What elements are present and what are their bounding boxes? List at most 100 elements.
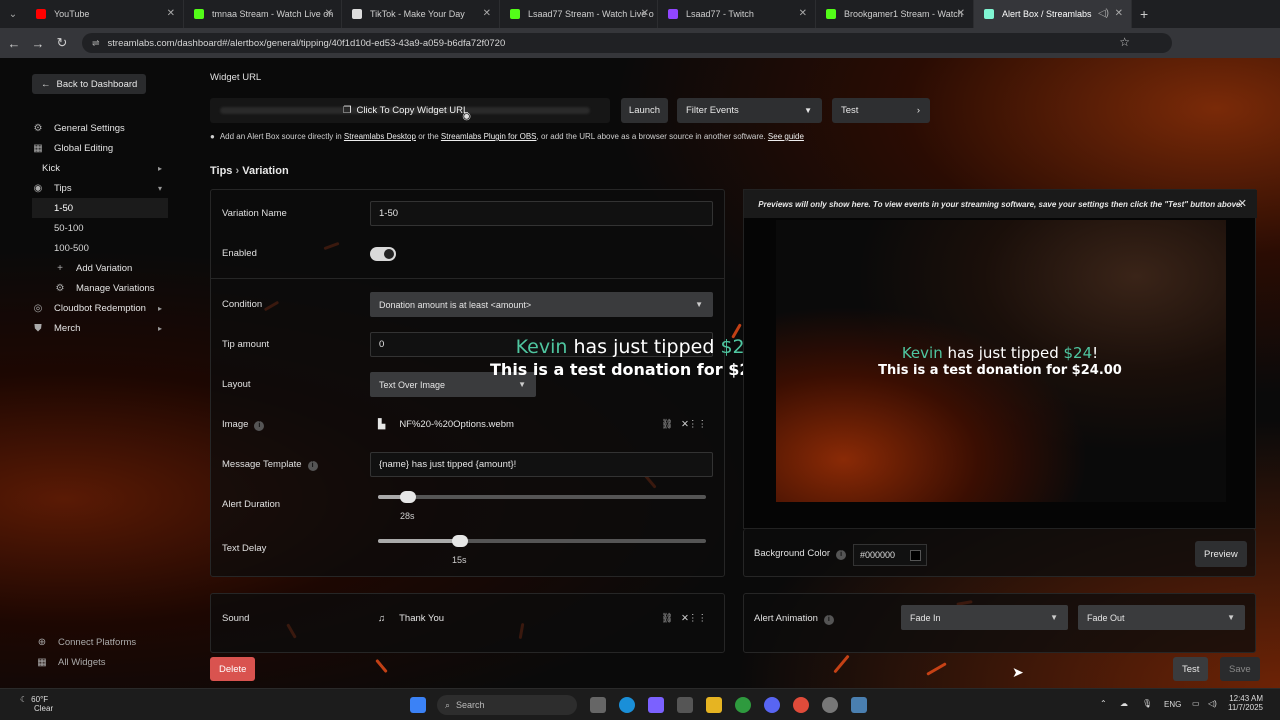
- background-color-input[interactable]: #000000: [853, 544, 927, 566]
- image-file-field[interactable]: ▙ NF%20-%20Options.webm ⛓ ✕ ⋮⋮: [370, 412, 713, 437]
- launch-button[interactable]: Launch: [621, 98, 668, 123]
- close-icon[interactable]: ✕: [957, 8, 965, 19]
- search-icon: ⌕: [445, 699, 451, 710]
- grid-icon[interactable]: ⋮⋮: [688, 419, 707, 430]
- sidebar-variation-50-100[interactable]: 50-100: [32, 218, 168, 238]
- browser-tab[interactable]: Lsaad77 - Twitch ✕: [658, 0, 816, 28]
- close-icon[interactable]: ✕: [167, 8, 175, 19]
- close-icon[interactable]: ✕: [1238, 197, 1247, 210]
- close-icon[interactable]: ✕: [641, 8, 649, 19]
- close-icon[interactable]: ✕: [483, 8, 491, 19]
- bookmark-star-icon[interactable]: ☆: [1119, 35, 1130, 49]
- connect-platforms-link[interactable]: ⊕ Connect Platforms: [36, 632, 176, 652]
- close-icon[interactable]: ✕: [325, 8, 333, 19]
- streamlabs-desktop-link[interactable]: Streamlabs Desktop: [344, 132, 416, 141]
- close-icon[interactable]: ✕: [1115, 8, 1123, 19]
- alert-duration-slider[interactable]: [378, 491, 706, 503]
- back-icon[interactable]: ←: [2, 36, 26, 51]
- tab-list-dropdown[interactable]: ⌄: [0, 0, 26, 28]
- see-guide-link[interactable]: See guide: [768, 132, 804, 141]
- test-dropdown[interactable]: Test ›: [832, 98, 930, 123]
- language-indicator[interactable]: ENG: [1164, 700, 1181, 709]
- ember-decoration: [375, 658, 388, 674]
- sidebar-item-merch[interactable]: ⛊ Merch ▸: [32, 318, 168, 338]
- add-variation-button[interactable]: + Add Variation: [32, 258, 168, 278]
- color-swatch[interactable]: [910, 550, 921, 561]
- clock[interactable]: 12:43 AM 11/7/2025: [1228, 694, 1263, 712]
- copy-widget-url-button[interactable]: ❐ Click To Copy Widget URL ◉: [210, 98, 610, 123]
- alert-text: has just tipped: [567, 336, 721, 358]
- browser-tab[interactable]: YouTube ✕: [26, 0, 184, 28]
- weather-widget[interactable]: ☾ 60°F Clear: [20, 695, 53, 713]
- sidebar-item-cloudbot[interactable]: ◎ Cloudbot Redemption ▸: [32, 298, 168, 318]
- discord-icon[interactable]: [764, 697, 780, 713]
- file-explorer-icon[interactable]: [706, 697, 722, 713]
- store-icon[interactable]: [677, 697, 693, 713]
- browser-tab[interactable]: TikTok - Make Your Day ✕: [342, 0, 500, 28]
- slider-handle[interactable]: [400, 491, 416, 503]
- info-icon: ●: [210, 132, 215, 141]
- sidebar-item-kick[interactable]: Kick ▸: [32, 158, 168, 178]
- preview-alert: Kevin has just tipped $24! This is a tes…: [800, 344, 1200, 378]
- info-icon[interactable]: i: [823, 615, 834, 625]
- xbox-icon[interactable]: [735, 697, 751, 713]
- sidebar-item-global-editing[interactable]: ▦ Global Editing: [32, 138, 168, 158]
- url-field[interactable]: ⇌ streamlabs.com/dashboard#/alertbox/gene…: [82, 33, 1172, 53]
- link-icon[interactable]: ⛓: [661, 613, 673, 624]
- browser-tab-active[interactable]: Alert Box / Streamlabs ◁) ✕: [974, 0, 1132, 28]
- browser-tab[interactable]: Brookgamer1 Stream - Watch ✕: [816, 0, 974, 28]
- sidebar-variation-100-500[interactable]: 100-500: [32, 238, 168, 258]
- mic-icon[interactable]: 🎙: [1142, 699, 1152, 708]
- browser-tab[interactable]: tmnaa Stream - Watch Live on ✕: [184, 0, 342, 28]
- sound-file-field[interactable]: ♫ Thank You ⛓ ✕ ⋮⋮: [370, 606, 713, 631]
- link-icon[interactable]: ⛓: [661, 419, 673, 430]
- close-icon[interactable]: ✕: [799, 8, 807, 19]
- enabled-toggle[interactable]: [370, 247, 396, 261]
- shirt-icon: ⛊: [34, 322, 42, 334]
- edge-icon[interactable]: [619, 697, 635, 713]
- chrome-icon[interactable]: [793, 697, 809, 713]
- manage-variations-button[interactable]: ⚙ Manage Variations: [32, 278, 168, 298]
- condition-select[interactable]: Donation amount is at least <amount> ▼: [370, 292, 713, 317]
- start-icon[interactable]: [410, 697, 426, 713]
- sidebar-variation-1-50[interactable]: 1-50: [32, 198, 168, 218]
- message-template-input[interactable]: {name} has just tipped {amount}!: [370, 452, 713, 477]
- network-icon[interactable]: ▭: [1192, 699, 1200, 708]
- settings-icon[interactable]: [822, 697, 838, 713]
- back-to-dashboard-button[interactable]: ← Back to Dashboard: [32, 74, 147, 94]
- new-tab-icon[interactable]: +: [1140, 6, 1148, 22]
- test-button[interactable]: Test: [1173, 657, 1209, 681]
- breadcrumb-tips[interactable]: Tips: [210, 165, 232, 177]
- slider-handle[interactable]: [452, 535, 468, 547]
- volume-icon[interactable]: ◁): [1208, 699, 1217, 708]
- all-widgets-link[interactable]: ▦ All Widgets: [36, 652, 176, 672]
- info-icon[interactable]: i: [254, 421, 265, 431]
- animation-in-select[interactable]: Fade In ▼: [901, 605, 1068, 630]
- obs-plugin-link[interactable]: Streamlabs Plugin for OBS: [441, 132, 537, 141]
- site-info-icon[interactable]: ⇌: [92, 38, 100, 49]
- tray-expand-icon[interactable]: ⌃: [1100, 699, 1107, 708]
- text-delay-slider[interactable]: [378, 535, 706, 547]
- filter-events-dropdown[interactable]: Filter Events ▼: [677, 98, 822, 123]
- forward-icon[interactable]: →: [26, 36, 50, 51]
- sidebar-item-general-settings[interactable]: ⚙ General Settings: [32, 118, 168, 138]
- onedrive-icon[interactable]: ☁: [1120, 699, 1128, 708]
- app-icon[interactable]: [851, 697, 867, 713]
- alert-duration-value: 28s: [400, 511, 415, 521]
- mute-icon[interactable]: ◁): [1098, 8, 1109, 19]
- reload-icon[interactable]: ↻: [50, 35, 74, 51]
- delete-button[interactable]: Delete: [210, 657, 256, 681]
- task-view-icon[interactable]: [590, 697, 606, 713]
- save-button[interactable]: Save: [1220, 657, 1260, 681]
- eye-icon[interactable]: ◉: [462, 111, 471, 122]
- animation-out-select[interactable]: Fade Out ▼: [1078, 605, 1245, 630]
- taskbar-search[interactable]: ⌕ Search: [437, 695, 577, 715]
- browser-tab[interactable]: Lsaad77 Stream - Watch Live o ✕: [500, 0, 658, 28]
- copilot-icon[interactable]: [648, 697, 664, 713]
- grid-icon[interactable]: ⋮⋮: [688, 613, 707, 624]
- sidebar-item-tips[interactable]: ◉ Tips ▾: [32, 178, 168, 198]
- preview-button[interactable]: Preview: [1195, 541, 1247, 567]
- info-icon[interactable]: i: [307, 461, 318, 471]
- variation-name-input[interactable]: 1-50: [370, 201, 713, 226]
- info-icon[interactable]: i: [836, 550, 847, 560]
